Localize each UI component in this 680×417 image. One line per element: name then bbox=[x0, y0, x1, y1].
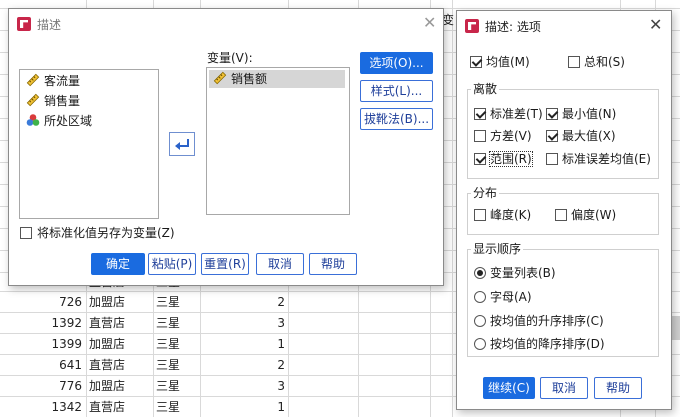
save-standardized-checkbox[interactable] bbox=[20, 227, 32, 239]
cell-brand[interactable]: 三星 bbox=[156, 292, 196, 312]
std-dev-checkbox[interactable] bbox=[474, 108, 486, 120]
target-var-item[interactable]: 销售额 bbox=[209, 70, 345, 88]
options-dialog: 描述: 选项 ✕ 均值(M) 总和(S) 离散 标准差(T) 最小值(N) 方差… bbox=[456, 10, 672, 410]
mean-checkbox[interactable] bbox=[470, 56, 482, 68]
describe-dialog: 描述 ✕ 客流量 销售量 所处区域 变量(V): 销售额 选项(O)... 样式… bbox=[8, 8, 444, 286]
cell-region[interactable]: 1 bbox=[203, 397, 285, 417]
help-button[interactable]: 帮助 bbox=[309, 253, 357, 275]
source-var-label: 所处区域 bbox=[44, 114, 93, 128]
range-checkbox[interactable] bbox=[474, 153, 486, 165]
display-order-title: 显示顺序 bbox=[471, 242, 524, 256]
ruler-icon bbox=[213, 71, 227, 85]
minimum-label: 最小值(N) bbox=[562, 107, 617, 121]
cell-region[interactable]: 2 bbox=[203, 292, 285, 312]
variance-label: 方差(V) bbox=[490, 129, 532, 143]
maximum-checkbox[interactable] bbox=[546, 130, 558, 142]
se-mean-checkbox[interactable] bbox=[546, 153, 558, 165]
move-variable-button[interactable] bbox=[169, 132, 195, 156]
continue-button[interactable]: 继续(C) bbox=[483, 377, 535, 399]
cell-brand[interactable]: 三星 bbox=[156, 397, 196, 417]
cell-id[interactable]: 726 bbox=[20, 292, 82, 312]
cell-region[interactable]: 3 bbox=[203, 313, 285, 333]
mean-label: 均值(M) bbox=[486, 55, 530, 69]
variance-checkbox[interactable] bbox=[474, 130, 486, 142]
cancel-button[interactable]: 取消 bbox=[256, 253, 304, 275]
cell-store-type[interactable]: 加盟店 bbox=[89, 334, 149, 354]
order-alphabetic-label: 字母(A) bbox=[490, 290, 532, 304]
order-variable-list-radio[interactable] bbox=[474, 267, 486, 279]
std-dev-label: 标准差(T) bbox=[490, 107, 543, 121]
target-var-label: 销售额 bbox=[231, 72, 268, 86]
style-button[interactable]: 样式(L)... bbox=[360, 80, 433, 102]
cell-store-type[interactable]: 直营店 bbox=[89, 313, 149, 333]
order-alphabetic-radio[interactable] bbox=[474, 291, 486, 303]
cell-store-type[interactable]: 直营店 bbox=[89, 355, 149, 375]
arrow-left-icon bbox=[175, 139, 189, 150]
reset-button[interactable]: 重置(R) bbox=[201, 253, 249, 275]
ruler-icon bbox=[26, 73, 40, 87]
cell-id[interactable]: 641 bbox=[20, 355, 82, 375]
describe-title: 描述 bbox=[37, 18, 62, 32]
source-var-item[interactable]: 所处区域 bbox=[26, 112, 92, 130]
options-titlebar[interactable]: 描述: 选项 ✕ bbox=[457, 11, 671, 41]
cell-store-type[interactable]: 直营店 bbox=[89, 397, 149, 417]
cell-store-type[interactable]: 加盟店 bbox=[89, 376, 149, 396]
close-icon[interactable]: ✕ bbox=[649, 16, 662, 34]
distribution-title: 分布 bbox=[471, 186, 500, 200]
cell-region[interactable]: 1 bbox=[203, 334, 285, 354]
bootstrap-button[interactable]: 拔靴法(B)... bbox=[360, 108, 433, 130]
spss-app-icon bbox=[465, 19, 479, 33]
describe-titlebar[interactable]: 描述 ✕ bbox=[9, 9, 443, 39]
cell-brand[interactable]: 三星 bbox=[156, 355, 196, 375]
cell-brand[interactable]: 三星 bbox=[156, 313, 196, 333]
source-var-item[interactable]: 销售量 bbox=[26, 92, 80, 110]
cell-id[interactable]: 1392 bbox=[20, 313, 82, 333]
source-var-label: 销售量 bbox=[44, 94, 81, 108]
se-mean-label: 标准误差均值(E) bbox=[562, 152, 651, 166]
cell-brand[interactable]: 三星 bbox=[156, 334, 196, 354]
cell-region[interactable]: 3 bbox=[203, 376, 285, 396]
cell-region[interactable]: 2 bbox=[203, 355, 285, 375]
order-ascending-means-radio[interactable] bbox=[474, 315, 486, 327]
cell-id[interactable]: 776 bbox=[20, 376, 82, 396]
source-var-label: 客流量 bbox=[44, 74, 81, 88]
target-variable-list[interactable]: 销售额 bbox=[206, 67, 350, 215]
help-button[interactable]: 帮助 bbox=[594, 377, 642, 399]
order-descending-means-label: 按均值的降序排序(D) bbox=[490, 337, 605, 351]
cell-id[interactable]: 1342 bbox=[20, 397, 82, 417]
minimum-checkbox[interactable] bbox=[546, 108, 558, 120]
skewness-label: 偏度(W) bbox=[571, 208, 617, 222]
save-standardized-label: 将标准化值另存为变量(Z) bbox=[37, 226, 175, 240]
cancel-button[interactable]: 取消 bbox=[540, 377, 588, 399]
kurtosis-checkbox[interactable] bbox=[474, 209, 486, 221]
sum-label: 总和(S) bbox=[584, 55, 625, 69]
spss-app-icon bbox=[17, 17, 31, 31]
options-button[interactable]: 选项(O)... bbox=[360, 52, 433, 74]
kurtosis-label: 峰度(K) bbox=[490, 208, 532, 222]
maximum-label: 最大值(X) bbox=[562, 129, 616, 143]
variables-label: 变量(V): bbox=[207, 51, 253, 65]
paste-button[interactable]: 粘贴(P) bbox=[148, 253, 196, 275]
order-descending-means-radio[interactable] bbox=[474, 338, 486, 350]
cell-id[interactable]: 1399 bbox=[20, 334, 82, 354]
cell-brand[interactable]: 三星 bbox=[156, 376, 196, 396]
nominal-icon bbox=[26, 113, 40, 127]
cell-store-type[interactable]: 加盟店 bbox=[89, 292, 149, 312]
sum-checkbox[interactable] bbox=[568, 56, 580, 68]
order-variable-list-label: 变量列表(B) bbox=[490, 266, 556, 280]
order-ascending-means-label: 按均值的升序排序(C) bbox=[490, 314, 604, 328]
ruler-icon bbox=[26, 93, 40, 107]
source-variable-list[interactable]: 客流量 销售量 所处区域 bbox=[19, 69, 159, 219]
range-label: 范围(R) bbox=[489, 151, 533, 167]
dispersion-title: 离散 bbox=[471, 82, 500, 96]
close-icon[interactable]: ✕ bbox=[423, 14, 436, 32]
source-var-item[interactable]: 客流量 bbox=[26, 72, 80, 90]
skewness-checkbox[interactable] bbox=[555, 209, 567, 221]
ok-button[interactable]: 确定 bbox=[91, 253, 145, 275]
options-title: 描述: 选项 bbox=[485, 20, 541, 34]
